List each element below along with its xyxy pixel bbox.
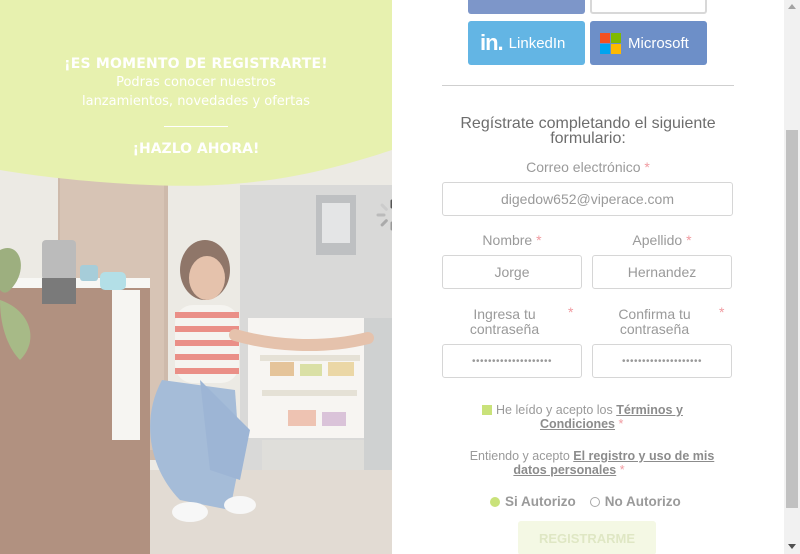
register-button[interactable]: REGISTRARME — [518, 521, 656, 554]
confirm-label-line2: contraseña — [619, 321, 690, 337]
confirm-required-mark: * — [719, 304, 725, 320]
consent-text: Entiendo y acepto El registro y uso de m… — [452, 449, 732, 477]
radio-si-autorizo[interactable]: Si Autorizo — [490, 494, 576, 509]
email-label: Correo electrónico * — [442, 160, 734, 175]
email-field[interactable]: digedow652@viperace.com — [442, 182, 733, 216]
consent-link-line2[interactable]: datos personales — [513, 463, 616, 477]
nombre-label-text: Nombre — [482, 232, 533, 248]
linkedin-icon: in. — [480, 30, 504, 55]
form-heading-line2: formulario: — [550, 130, 626, 147]
required-mark: * — [619, 463, 625, 477]
scrollbar-thumb[interactable] — [786, 130, 798, 508]
terms-link-line2[interactable]: Condiciones — [540, 417, 615, 431]
terms-checkbox[interactable] — [482, 405, 492, 415]
apellido-label: Apellido * — [592, 233, 732, 248]
google-login-button[interactable]: G — [590, 0, 707, 14]
google-icon: G — [614, 0, 626, 1]
required-mark: * — [618, 417, 624, 431]
linkedin-label: LinkedIn — [508, 34, 566, 52]
radio-no-autorizo[interactable]: No Autorizo — [589, 494, 681, 509]
confirm-label-line1: Confirma tu — [618, 306, 691, 322]
linkedin-login-button[interactable]: in. LinkedIn — [468, 21, 585, 65]
required-mark: * — [536, 232, 542, 248]
terms-link[interactable]: Términos y — [616, 403, 683, 417]
password-label-line1: Ingresa tu — [473, 306, 536, 322]
promo-panel: ¡ES MOMENTO DE REGISTRARTE! Podras conoc… — [0, 0, 392, 554]
microsoft-label: Microsoft — [628, 34, 689, 52]
required-mark: * — [644, 159, 650, 175]
form-heading: Regístrate completando el siguiente form… — [436, 115, 740, 147]
loading-veil — [0, 0, 392, 554]
authorization-radios: Si Autorizo No Autorizo — [490, 494, 681, 509]
email-label-text: Correo electrónico — [526, 159, 641, 175]
scroll-up-icon[interactable] — [788, 4, 796, 9]
consent-link[interactable]: El registro y uso de mis — [573, 449, 714, 463]
required-mark: * — [686, 232, 692, 248]
consent-prefix: Entiendo y acepto — [469, 449, 570, 463]
form-heading-line1: Regístrate completando el siguiente — [460, 115, 716, 132]
confirm-password-field[interactable]: •••••••••••••••••••• — [592, 344, 732, 378]
password-field[interactable]: •••••••••••••••••••• — [442, 344, 582, 378]
microsoft-login-button[interactable]: Microsoft — [590, 21, 707, 65]
radio-selected-icon — [490, 497, 500, 507]
microsoft-icon — [600, 32, 621, 54]
social-divider — [442, 85, 734, 86]
nombre-field[interactable]: Jorge — [442, 255, 582, 289]
apellido-field[interactable]: Hernandez — [592, 255, 732, 289]
scroll-down-icon[interactable] — [788, 544, 796, 549]
facebook-login-button[interactable]: f — [468, 0, 585, 14]
facebook-icon: f — [490, 0, 497, 4]
registration-form: f G in. LinkedIn Microsoft Regístrate co… — [392, 0, 784, 554]
terms-row: He leído y acepto los Términos y Condici… — [462, 403, 722, 431]
password-label-line2: contraseña — [469, 321, 540, 337]
confirm-password-label: Confirma tu contraseña — [592, 307, 717, 337]
radio-unselected-icon — [589, 497, 600, 507]
radio-no-label: No Autorizo — [604, 494, 681, 509]
radio-yes-label: Si Autorizo — [505, 494, 576, 509]
password-required-mark: * — [568, 304, 574, 320]
password-label: Ingresa tu contraseña — [442, 307, 567, 337]
apellido-label-text: Apellido — [632, 232, 683, 248]
nombre-label: Nombre * — [442, 233, 582, 248]
terms-prefix: He leído y acepto los — [496, 403, 613, 417]
